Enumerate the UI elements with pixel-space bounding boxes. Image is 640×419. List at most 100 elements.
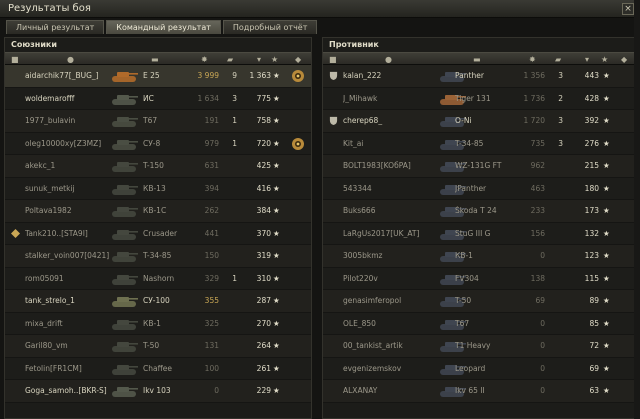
player-row[interactable]: OLE_850 T67 0 85 ★: [323, 312, 635, 335]
player-row[interactable]: Goga_samoh..[BKR-S] Ikv 103 0 229 ★: [5, 380, 311, 403]
player-column-icon[interactable]: ●: [67, 55, 74, 64]
gear-medal-icon[interactable]: [291, 69, 305, 83]
gear-medal-icon[interactable]: [291, 137, 305, 151]
player-row[interactable]: evgenizemskov Leopard 0 69 ★: [323, 357, 635, 380]
star-icon: ★: [603, 71, 610, 80]
player-row[interactable]: genasimferopol T-50 69 89 ★: [323, 290, 635, 313]
tab-personal-result[interactable]: Личный результат: [6, 20, 105, 34]
star-icon: ★: [273, 363, 280, 373]
close-button[interactable]: ×: [622, 3, 634, 15]
xp-value: 775: [256, 93, 271, 103]
tank-name: T67: [455, 318, 470, 328]
player-name[interactable]: Garil80_vm: [25, 341, 109, 350]
damage-value: 1 720: [523, 116, 545, 125]
player-name[interactable]: Goga_samoh..[BKR-S]: [25, 386, 109, 395]
player-name[interactable]: OLE_850: [343, 319, 439, 328]
player-name[interactable]: ALXANAY: [343, 386, 439, 395]
player-name[interactable]: 543344: [343, 184, 439, 193]
player-name[interactable]: 00_tankist_artik: [343, 341, 439, 350]
player-name[interactable]: mixa_drift: [25, 319, 109, 328]
player-name[interactable]: 1977_bulavin: [25, 116, 109, 125]
player-name[interactable]: Poltava1982: [25, 206, 109, 215]
star-icon: ★: [603, 161, 610, 170]
player-name[interactable]: Tank210..[STA9I]: [25, 229, 109, 238]
player-row[interactable]: Buks666 Škoda T 24 233 173 ★: [323, 200, 635, 223]
player-row[interactable]: oleg10000xy[Z3MZ] СУ-8 979 1 720 ★: [5, 132, 311, 155]
player-row[interactable]: sunuk_metkij КВ-13 394 416 ★: [5, 177, 311, 200]
player-name[interactable]: genasimferopol: [343, 296, 439, 305]
tank-name: Ikv 103: [143, 386, 171, 395]
player-row[interactable]: mixa_drift КВ-1 325 270 ★: [5, 312, 311, 335]
kills-column-icon[interactable]: ▰: [555, 55, 561, 64]
player-row[interactable]: Tank210..[STA9I] Crusader 441 370 ★: [5, 222, 311, 245]
player-row[interactable]: aidarchik77[_BUG_] E 25 3 999 9 1 363 ★: [5, 65, 311, 88]
squad-column-icon[interactable]: ■: [329, 55, 337, 64]
player-name[interactable]: woldemarofff: [25, 94, 109, 103]
player-name[interactable]: stalker_voin007[0421]: [25, 251, 109, 260]
player-row[interactable]: Kit_ai T-34-85 735 3 276 ★: [323, 132, 635, 155]
player-row[interactable]: ALXANAY Ikv 65 II 0 63 ★: [323, 380, 635, 403]
player-row[interactable]: J_Mihawk Tiger 131 1 736 2 428 ★: [323, 87, 635, 110]
player-row[interactable]: 00_tankist_artik T1 Heavy 0 72 ★: [323, 335, 635, 358]
xp-value: 72: [589, 341, 599, 350]
medal-column-icon[interactable]: ◆: [295, 55, 301, 64]
player-row[interactable]: rom05091 Nashorn 329 1 310 ★: [5, 267, 311, 290]
tank-name: Panther: [455, 71, 484, 80]
scrollbar[interactable]: [634, 0, 640, 419]
star-icon: ★: [273, 273, 280, 283]
player-row[interactable]: kalan_222 Panther 1 356 3 443 ★: [323, 65, 635, 88]
damage-value: 1 634: [197, 93, 219, 103]
player-row[interactable]: 1977_bulavin T67 191 1 758 ★: [5, 110, 311, 133]
player-name[interactable]: evgenizemskov: [343, 364, 439, 373]
player-row[interactable]: cherep68_ O-Ni 1 720 3 392 ★: [323, 110, 635, 133]
xp-value: 215: [584, 161, 599, 170]
player-row[interactable]: Fetolin[FR1CM] Chaffee 100 261 ★: [5, 357, 311, 380]
player-name[interactable]: kalan_222: [343, 71, 439, 80]
player-name[interactable]: 3005bkmz: [343, 251, 439, 260]
xp-column-icon[interactable]: ★: [601, 55, 608, 64]
player-column-icon[interactable]: ●: [385, 55, 392, 64]
tank-name: StuG III G: [455, 228, 491, 238]
player-name[interactable]: aidarchik77[_BUG_]: [25, 71, 109, 80]
player-name[interactable]: rom05091: [25, 274, 109, 283]
player-name[interactable]: akekc_1: [25, 161, 109, 170]
player-name[interactable]: Buks666: [343, 206, 439, 215]
player-name[interactable]: oleg10000xy[Z3MZ]: [25, 139, 109, 148]
medal-column-icon[interactable]: ◆: [621, 55, 627, 64]
star-icon: ★: [603, 273, 610, 283]
player-name[interactable]: Pilot220v: [343, 274, 439, 283]
player-row[interactable]: Garil80_vm T-50 131 264 ★: [5, 335, 311, 358]
player-name[interactable]: Kit_ai: [343, 139, 439, 148]
tank-column-icon[interactable]: ▬: [473, 55, 481, 64]
player-row[interactable]: stalker_voin007[0421] T-34-85 150 319 ★: [5, 245, 311, 268]
sort-arrow-icon[interactable]: ▾: [585, 55, 589, 64]
player-row[interactable]: Pilot220v FV304 138 115 ★: [323, 267, 635, 290]
player-name[interactable]: Fetolin[FR1CM]: [25, 364, 109, 373]
tank-name: O-Ni: [455, 116, 472, 125]
player-row[interactable]: woldemarofff ИС 1 634 3 775 ★: [5, 87, 311, 110]
player-name[interactable]: BOLT1983[KOбPA]: [343, 161, 439, 170]
kills-column-icon[interactable]: ▰: [227, 55, 233, 64]
tab-detailed-report[interactable]: Подробный отчёт: [222, 20, 318, 34]
player-row[interactable]: akekc_1 T-150 631 425 ★: [5, 155, 311, 178]
player-row[interactable]: Poltava1982 КВ-1С 262 384 ★: [5, 200, 311, 223]
player-name[interactable]: cherep68_: [343, 116, 439, 125]
player-row[interactable]: LaRgUs2017[UK_AT] StuG III G 156 132 ★: [323, 222, 635, 245]
player-name[interactable]: sunuk_metkij: [25, 184, 109, 193]
damage-column-icon[interactable]: ✸: [201, 55, 208, 64]
tank-column-icon[interactable]: ▬: [151, 55, 159, 64]
tank-name: Chaffee: [143, 363, 172, 373]
player-row[interactable]: 3005bkmz КВ-1 0 123 ★: [323, 245, 635, 268]
sort-arrow-icon[interactable]: ▾: [257, 55, 261, 64]
enemies-title: Противник: [329, 40, 379, 49]
player-row[interactable]: tank_strelo_1 СУ-100 355 287 ★: [5, 290, 311, 313]
player-row[interactable]: 543344 JPanther 463 180 ★: [323, 177, 635, 200]
tab-team-result[interactable]: Командный результат: [106, 20, 221, 34]
player-name[interactable]: J_Mihawk: [343, 94, 439, 103]
player-name[interactable]: tank_strelo_1: [25, 296, 109, 305]
squad-column-icon[interactable]: ■: [11, 55, 19, 64]
damage-column-icon[interactable]: ✸: [529, 55, 536, 64]
xp-column-icon[interactable]: ★: [271, 55, 278, 64]
player-name[interactable]: LaRgUs2017[UK_AT]: [343, 229, 439, 238]
player-row[interactable]: BOLT1983[KOбPA] WZ-131G FT 962 215 ★: [323, 155, 635, 178]
